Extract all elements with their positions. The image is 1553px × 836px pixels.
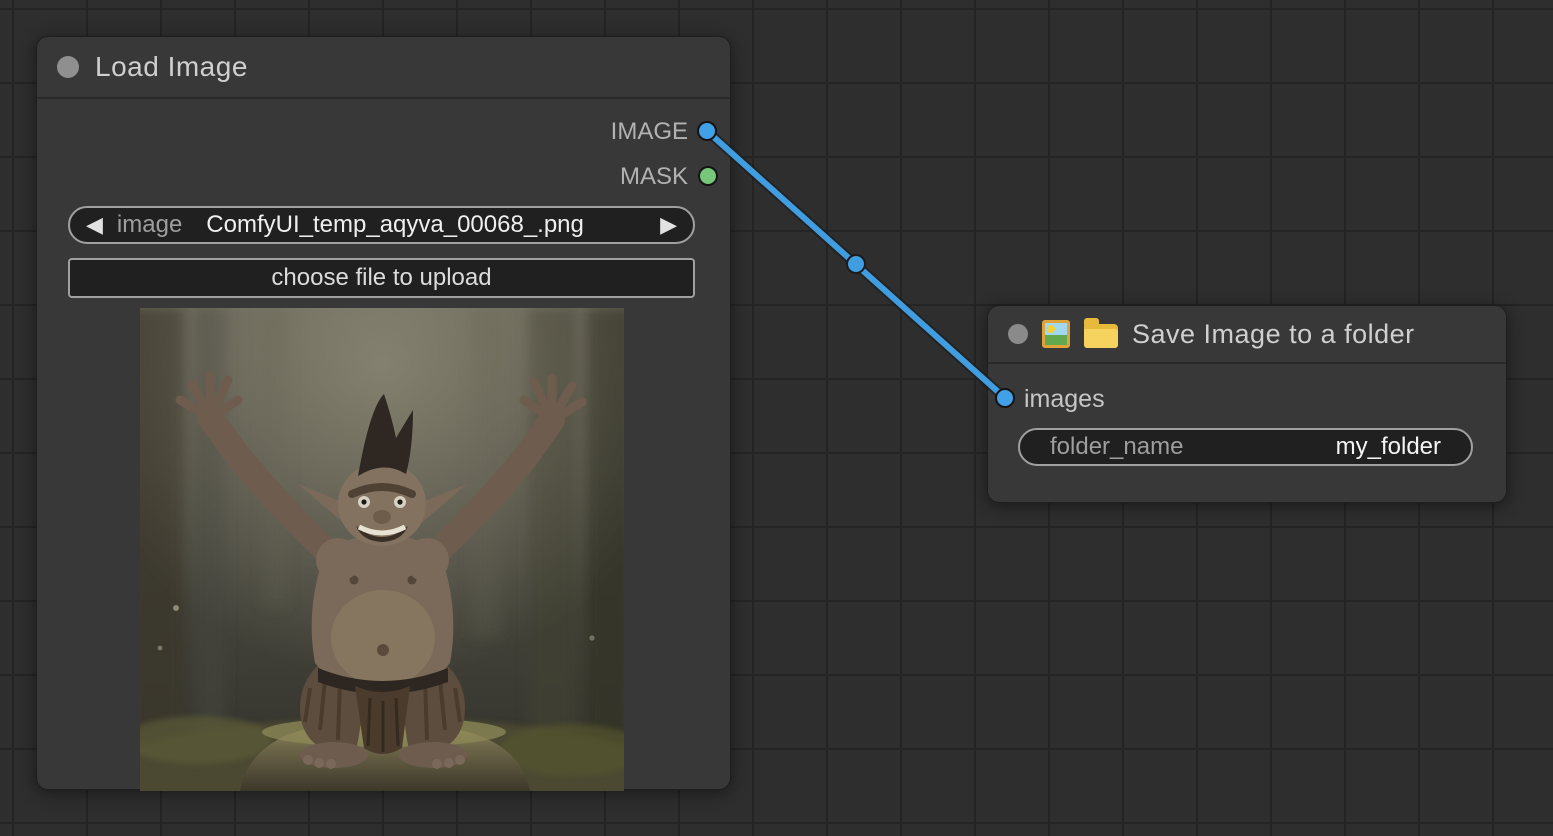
link-midpoint-dot[interactable] [847,255,865,273]
combo-value: ComfyUI_temp_aqyva_00068_.png [206,211,646,239]
output-mask-port[interactable] [699,167,717,185]
picture-icon [1042,320,1070,348]
folder-name-value: my_folder [1336,433,1441,461]
combo-next-icon[interactable]: ▶ [660,214,677,236]
folder-icon [1084,324,1118,348]
node-graph-canvas[interactable]: Load Image IMAGE MASK ◀ image ComfyUI_te… [0,0,1553,836]
troll-preview-art [140,308,624,791]
collapse-dot[interactable] [1008,324,1028,344]
input-label-images: images [1024,384,1105,414]
combo-label: image [117,211,182,239]
load-image-title-bar[interactable]: Load Image [37,37,730,99]
node-title: Save Image to a folder [1132,319,1415,350]
save-node-title-bar[interactable]: Save Image to a folder [988,306,1506,364]
output-label-mask: MASK [620,162,688,192]
image-combo-widget[interactable]: ◀ image ComfyUI_temp_aqyva_00068_.png ▶ [68,206,695,244]
input-images-port[interactable] [996,389,1014,407]
folder-name-widget[interactable]: folder_name my_folder [1018,428,1473,466]
choose-file-button[interactable]: choose file to upload [68,258,695,298]
image-preview [140,308,624,791]
folder-name-label: folder_name [1050,433,1183,461]
output-label-image: IMAGE [611,117,688,147]
combo-prev-icon[interactable]: ◀ [86,214,103,236]
node-load-image[interactable]: Load Image IMAGE MASK ◀ image ComfyUI_te… [36,36,731,790]
collapse-dot[interactable] [57,56,79,78]
node-save-image-to-folder[interactable]: Save Image to a folder images folder_nam… [987,305,1507,503]
node-title: Load Image [95,51,248,83]
output-image-port[interactable] [698,122,716,140]
